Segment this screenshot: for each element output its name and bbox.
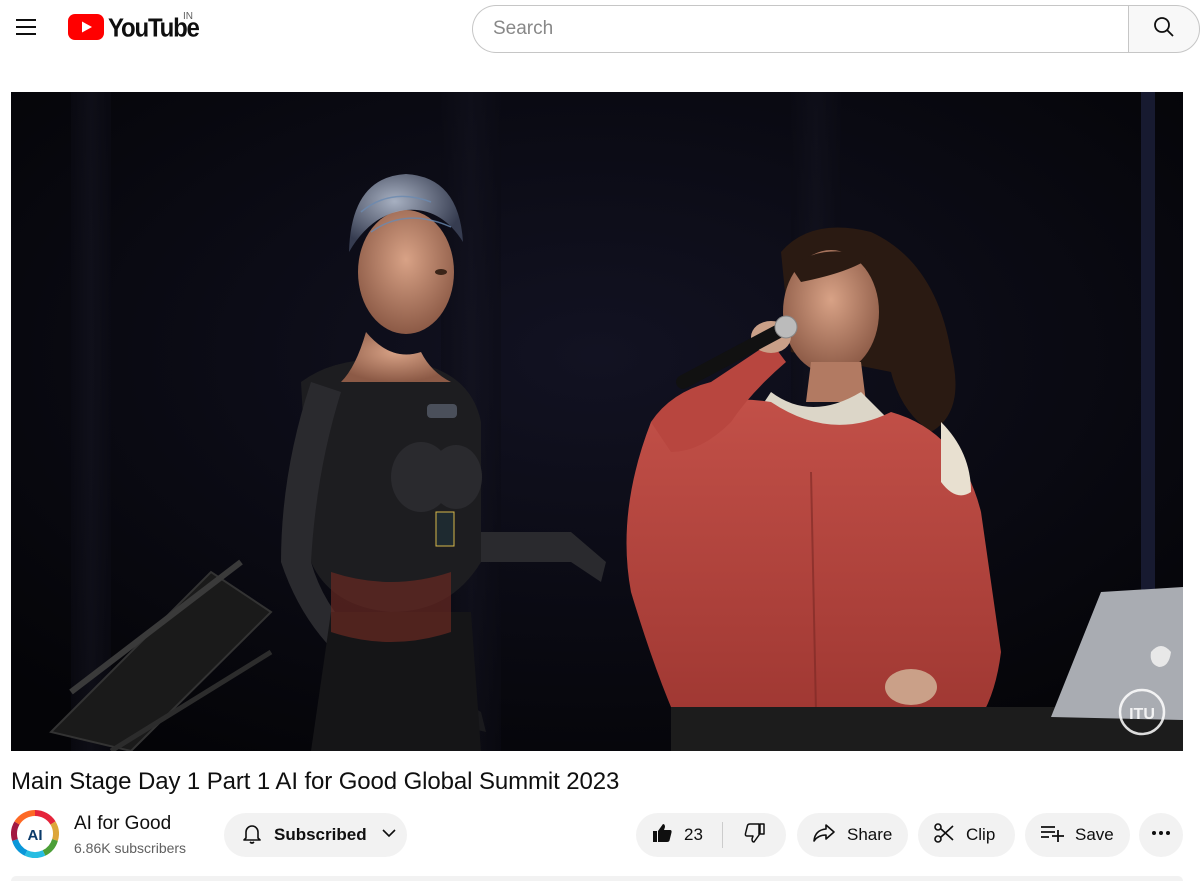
search-icon [1152,15,1176,44]
youtube-logo-icon [68,13,104,45]
thumbs-up-icon [650,821,674,850]
menu-icon [14,15,38,44]
share-label: Share [847,825,893,844]
channel-name[interactable]: AI for Good [74,813,171,835]
video-title: Main Stage Day 1 Part 1 AI for Good Glob… [11,768,620,795]
save-button[interactable]: Save [1025,813,1130,857]
description-box-edge [11,876,1183,881]
masthead: YouTube IN [0,0,1200,58]
share-icon [811,821,837,850]
dislike-button[interactable] [723,813,786,857]
like-count: 23 [684,825,703,844]
youtube-home-logo[interactable]: YouTube [68,13,200,45]
watermark-text: ITU [1129,706,1155,723]
avatar-text: AI [28,827,43,844]
scissors-icon [932,821,956,850]
clip-label: Clip [966,825,996,844]
like-dislike-group: 23 [636,813,786,857]
like-button[interactable]: 23 [636,813,722,857]
bell-icon [240,821,264,850]
playlist-add-icon [1039,821,1065,850]
share-button[interactable]: Share [797,813,908,857]
more-horizontal-icon [1149,821,1173,850]
subscriber-count: 6.86K subscribers [74,840,187,856]
menu-button[interactable] [6,9,46,49]
chevron-down-icon [379,823,399,848]
search-box [472,5,1200,53]
subscribed-button[interactable]: Subscribed [224,813,407,857]
video-player[interactable]: ITU [11,92,1183,751]
more-actions-button[interactable] [1139,813,1183,857]
country-code: IN [183,11,193,22]
save-label: Save [1075,825,1114,844]
clip-button[interactable]: Clip [918,813,1015,857]
video-frame: ITU [11,92,1183,751]
thumbs-down-icon [743,821,767,850]
search-input[interactable] [472,5,1128,53]
search-button[interactable] [1128,5,1200,53]
channel-avatar[interactable]: AI [11,809,59,858]
subscribed-label: Subscribed [274,825,367,844]
